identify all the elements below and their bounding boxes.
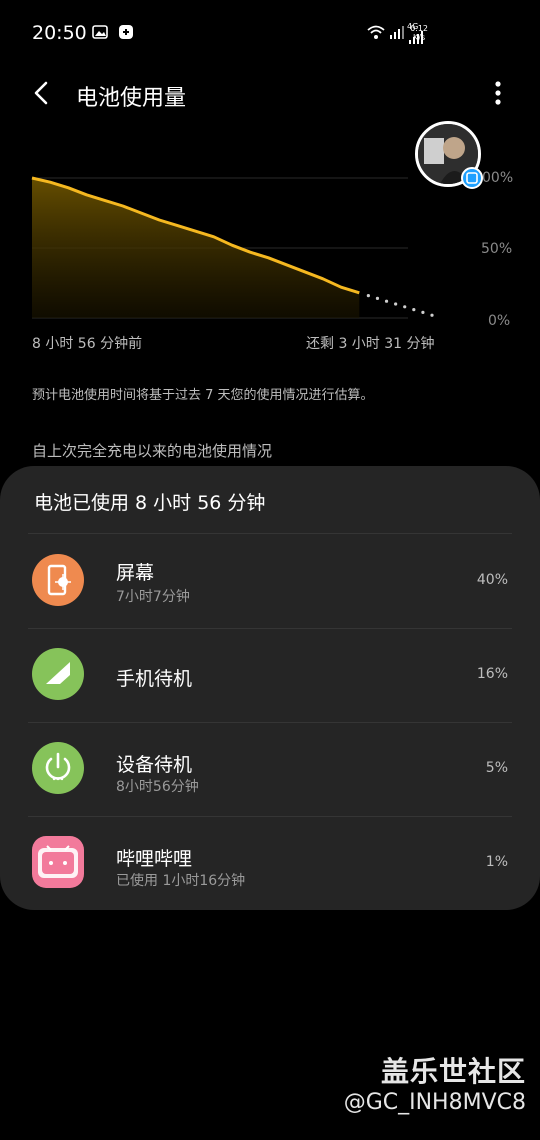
usage-item-time: 7小时7分钟 [116,589,190,605]
projected-point [394,302,398,306]
status-notification-icons [92,24,134,44]
y-tick-50: 50% [481,241,513,257]
x-label-start: 8 小时 56 分钟前 [32,336,143,352]
watermark-title: 盖乐世社区 [380,1055,526,1088]
usage-item-name: 屏幕 [116,562,155,584]
projected-dots [366,294,434,317]
bilibili-icon [32,836,84,888]
projected-point [375,296,380,300]
status-time: 20:50 [32,22,87,44]
more-vert-icon [495,81,501,105]
usage-summary: 电池已使用 8 小时 56 分钟 [34,492,266,514]
power-icon [32,742,84,794]
projected-point [412,308,416,312]
projected-point [430,313,434,317]
y-tick-100: 00% [482,170,514,186]
usage-item-percent: 1% [485,854,508,870]
more-options-button[interactable] [486,78,510,110]
usage-item-percent: 5% [485,760,508,776]
projected-point [366,294,370,298]
back-button[interactable] [28,78,58,108]
page-title: 电池使用量 [76,86,187,111]
estimate-note: 预计电池使用时间将基于过去 7 天您的使用情况进行估算。 [32,388,374,403]
usage-item-percent: 40% [476,572,508,588]
watermark-user: @GC_INH8MVC8 [343,1090,526,1115]
projected-point [384,299,389,303]
avatar-badge-icon [461,167,483,189]
usage-item-name: 设备待机 [116,754,193,776]
x-label-end: 还剩 3 小时 31 分钟 [306,336,435,352]
y-tick-0: 0% [488,313,511,329]
signal-icon [32,648,84,700]
usage-item-time: 8小时56分钟 [116,779,199,795]
app-notification-icon [118,24,134,44]
usage-item-phone-standby[interactable]: 手机待机 16% [0,628,540,722]
usage-item-bilibili[interactable]: 哔哩哔哩 已使用 1小时16分钟 1% [0,816,540,910]
wifi-icon [366,24,386,44]
usage-item-time: 已使用 1小时16分钟 [116,873,246,889]
usage-item-screen[interactable]: 屏幕 7小时7分钟 40% [0,534,540,628]
usage-item-name: 手机待机 [116,668,193,690]
projected-point [403,305,407,309]
usage-item-device-standby[interactable]: 设备待机 8小时56分钟 5% [0,722,540,816]
signal-strength-icon [389,24,405,44]
section-title: 自上次完全充电以来的电池使用情况 [32,442,273,460]
projected-point [421,310,425,314]
screen-icon [32,554,84,606]
gallery-icon [92,24,108,44]
back-arrow-icon [34,81,48,105]
usage-item-name: 哔哩哔哩 [116,848,193,870]
usage-item-percent: 16% [476,666,508,682]
signal-strength-icon-2 [408,30,426,49]
